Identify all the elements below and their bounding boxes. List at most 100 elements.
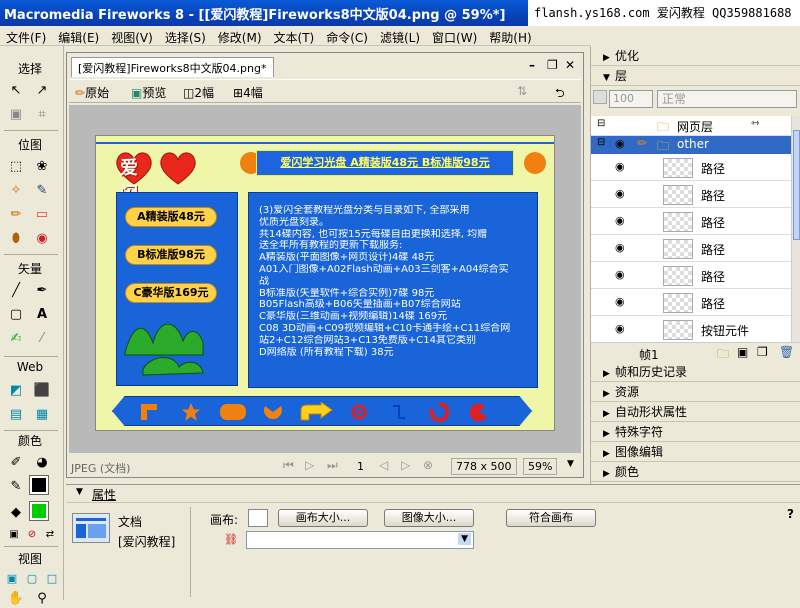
canvas-color-swatch[interactable] [248, 509, 268, 527]
quick-export-icon[interactable]: ⇅ [517, 84, 527, 98]
layer-row[interactable]: ◉ 路径 [591, 262, 791, 289]
new-bitmap-icon[interactable]: ▣ [737, 345, 748, 359]
canvas-size-button[interactable]: 画布大小... [278, 509, 368, 527]
zoom-tool-icon[interactable]: ⚲ [32, 588, 52, 608]
visibility-eye-icon[interactable]: ◉ [615, 214, 625, 227]
rectangle-tool-icon[interactable]: ▢ [6, 304, 26, 324]
visibility-eye-icon[interactable]: ◉ [615, 160, 625, 173]
layer-row[interactable]: ◉ 路径 [591, 235, 791, 262]
image-edit-panel-header[interactable]: ▶ 图像编辑 [591, 442, 800, 462]
prev-frame-icon[interactable]: ◁ [379, 458, 388, 472]
knife-tool-icon[interactable]: ⁄ [32, 328, 52, 348]
blur-tool-icon[interactable]: ⬮ [6, 228, 26, 248]
eyedropper-tool-icon[interactable]: ✐ [6, 452, 26, 472]
default-colors-icon[interactable]: ▣ [4, 524, 24, 544]
visibility-eye-icon[interactable]: ◉ [615, 187, 625, 200]
image-size-button[interactable]: 图像大小... [384, 509, 474, 527]
visibility-eye-icon[interactable]: ◉ [615, 268, 625, 281]
zoom-dropdown-icon[interactable]: ▼ [567, 459, 574, 469]
auto-shape-panel-header[interactable]: ▶ 自动形状属性 [591, 402, 800, 422]
fit-canvas-button[interactable]: 符合画布 [506, 509, 596, 527]
no-color-icon[interactable]: ⊘ [22, 524, 42, 544]
zoom-level[interactable]: 59% [523, 458, 558, 475]
frames-history-panel-header[interactable]: ▶ 帧和历史记录 [591, 362, 800, 382]
paint-bucket-icon[interactable]: ◕ [32, 452, 52, 472]
view-4up-button[interactable]: ⊞4幅 [233, 84, 263, 101]
brush-tool-icon[interactable]: ✎ [32, 180, 52, 200]
collapse-toggle-icon[interactable]: ⊟ [597, 137, 605, 148]
hide-slices-icon[interactable]: ▤ [6, 404, 26, 424]
view-preview-button[interactable]: ▣预览 [131, 84, 166, 101]
restore-icon[interactable]: ❐ [547, 58, 558, 72]
lasso-tool-icon[interactable]: ❀ [32, 156, 52, 176]
text-tool-icon[interactable]: A [32, 304, 52, 324]
collapse-toggle-icon[interactable]: ⊟ [597, 118, 605, 129]
menu-window[interactable]: 窗口(W) [426, 26, 483, 49]
menu-filters[interactable]: 滤镜(L) [374, 26, 426, 49]
layer-row[interactable]: ◉ 路径 [591, 208, 791, 235]
fill-color-swatch[interactable] [29, 501, 49, 521]
layer-options-icon[interactable]: ⇿ [751, 118, 759, 129]
layer-row[interactable]: ◉ 路径 [591, 181, 791, 208]
layers-panel-header[interactable]: ▼ 层 [591, 66, 800, 86]
pen-tool-icon[interactable]: ✒ [32, 280, 52, 300]
trash-icon[interactable]: 🗑 [779, 345, 794, 359]
menu-modify[interactable]: 修改(M) [212, 26, 268, 49]
swap-colors-icon[interactable]: ⇄ [40, 524, 60, 544]
help-icon[interactable]: ? [787, 507, 794, 521]
pointer-tool-icon[interactable]: ↖ [6, 80, 26, 100]
fill-color-icon[interactable]: ◆ [6, 502, 26, 522]
redeye-tool-icon[interactable]: ◉ [32, 228, 52, 248]
close-icon[interactable]: ✕ [565, 58, 575, 72]
layer-row[interactable]: ◉ 路径 [591, 154, 791, 181]
export-preview-icon[interactable]: ⮌ [555, 84, 565, 105]
next-frame-icon[interactable]: ▷ [401, 458, 410, 472]
layer-row[interactable]: ◉ 路径 [591, 289, 791, 316]
line-tool-icon[interactable]: ╱ [6, 280, 26, 300]
last-frame-icon[interactable]: ⏭ [327, 458, 338, 473]
new-layer-icon[interactable]: ❐ [757, 345, 768, 359]
hotspot-tool-icon[interactable]: ◩ [6, 380, 26, 400]
layer-folder-other[interactable]: ⊟ ◉ ✏ 🗀 other [591, 136, 791, 154]
first-frame-icon[interactable]: ⏮ [283, 458, 294, 473]
url-select[interactable]: ▼ [246, 531, 474, 549]
edit-pencil-icon[interactable]: ✏ [637, 136, 647, 150]
menu-view[interactable]: 视图(V) [105, 26, 159, 49]
magic-wand-icon[interactable]: ✧ [6, 180, 26, 200]
slice-tool-icon[interactable]: ⬛ [32, 380, 52, 400]
show-slices-icon[interactable]: ▦ [32, 404, 52, 424]
stop-icon[interactable]: ⊗ [423, 458, 433, 472]
minimize-icon[interactable]: – [529, 58, 535, 72]
visibility-eye-icon[interactable]: ◉ [615, 241, 625, 254]
layer-lock-icon[interactable] [593, 90, 607, 104]
menu-text[interactable]: 文本(T) [268, 26, 321, 49]
marquee-tool-icon[interactable]: ⬚ [6, 156, 26, 176]
scrollbar-thumb[interactable] [793, 130, 800, 240]
doc-size-readout[interactable]: 778 x 500 [451, 458, 517, 475]
visibility-eye-icon[interactable]: ◉ [615, 295, 625, 308]
view-2up-button[interactable]: ◫2幅 [183, 84, 214, 101]
subselect-tool-icon[interactable]: ↗ [32, 80, 52, 100]
play-icon[interactable]: ▷ [305, 458, 314, 472]
fullscreen-icon[interactable]: □ [42, 568, 62, 588]
assets-panel-header[interactable]: ▶ 资源 [591, 382, 800, 402]
eraser-tool-icon[interactable]: ▭ [32, 204, 52, 224]
stroke-color-icon[interactable]: ✎ [6, 476, 26, 496]
menu-commands[interactable]: 命令(C) [320, 26, 374, 49]
scale-tool-icon[interactable]: ▣ [6, 104, 26, 124]
special-chars-panel-header[interactable]: ▶ 特殊字符 [591, 422, 800, 442]
freeform-tool-icon[interactable]: ✍ [6, 328, 26, 348]
document-tab[interactable]: [爱闪教程]Fireworks8中文版04.png* [71, 57, 274, 77]
crop-tool-icon[interactable]: ⌗ [32, 104, 52, 124]
pencil-tool-icon[interactable]: ✏ [6, 204, 26, 224]
color-panel-header[interactable]: ▶ 颜色 [591, 462, 800, 482]
layers-scrollbar[interactable] [791, 116, 800, 342]
properties-header[interactable]: ▼ 属性 [66, 485, 800, 503]
menu-select[interactable]: 选择(S) [159, 26, 212, 49]
fullscreen-menu-icon[interactable]: ▢ [22, 568, 42, 588]
hand-tool-icon[interactable]: ✋ [6, 588, 26, 608]
optimize-panel-header[interactable]: ▶ 优化 [591, 46, 800, 66]
stroke-color-swatch[interactable] [29, 475, 49, 495]
menu-help[interactable]: 帮助(H) [483, 26, 537, 49]
opacity-field[interactable]: 100 [609, 90, 653, 108]
